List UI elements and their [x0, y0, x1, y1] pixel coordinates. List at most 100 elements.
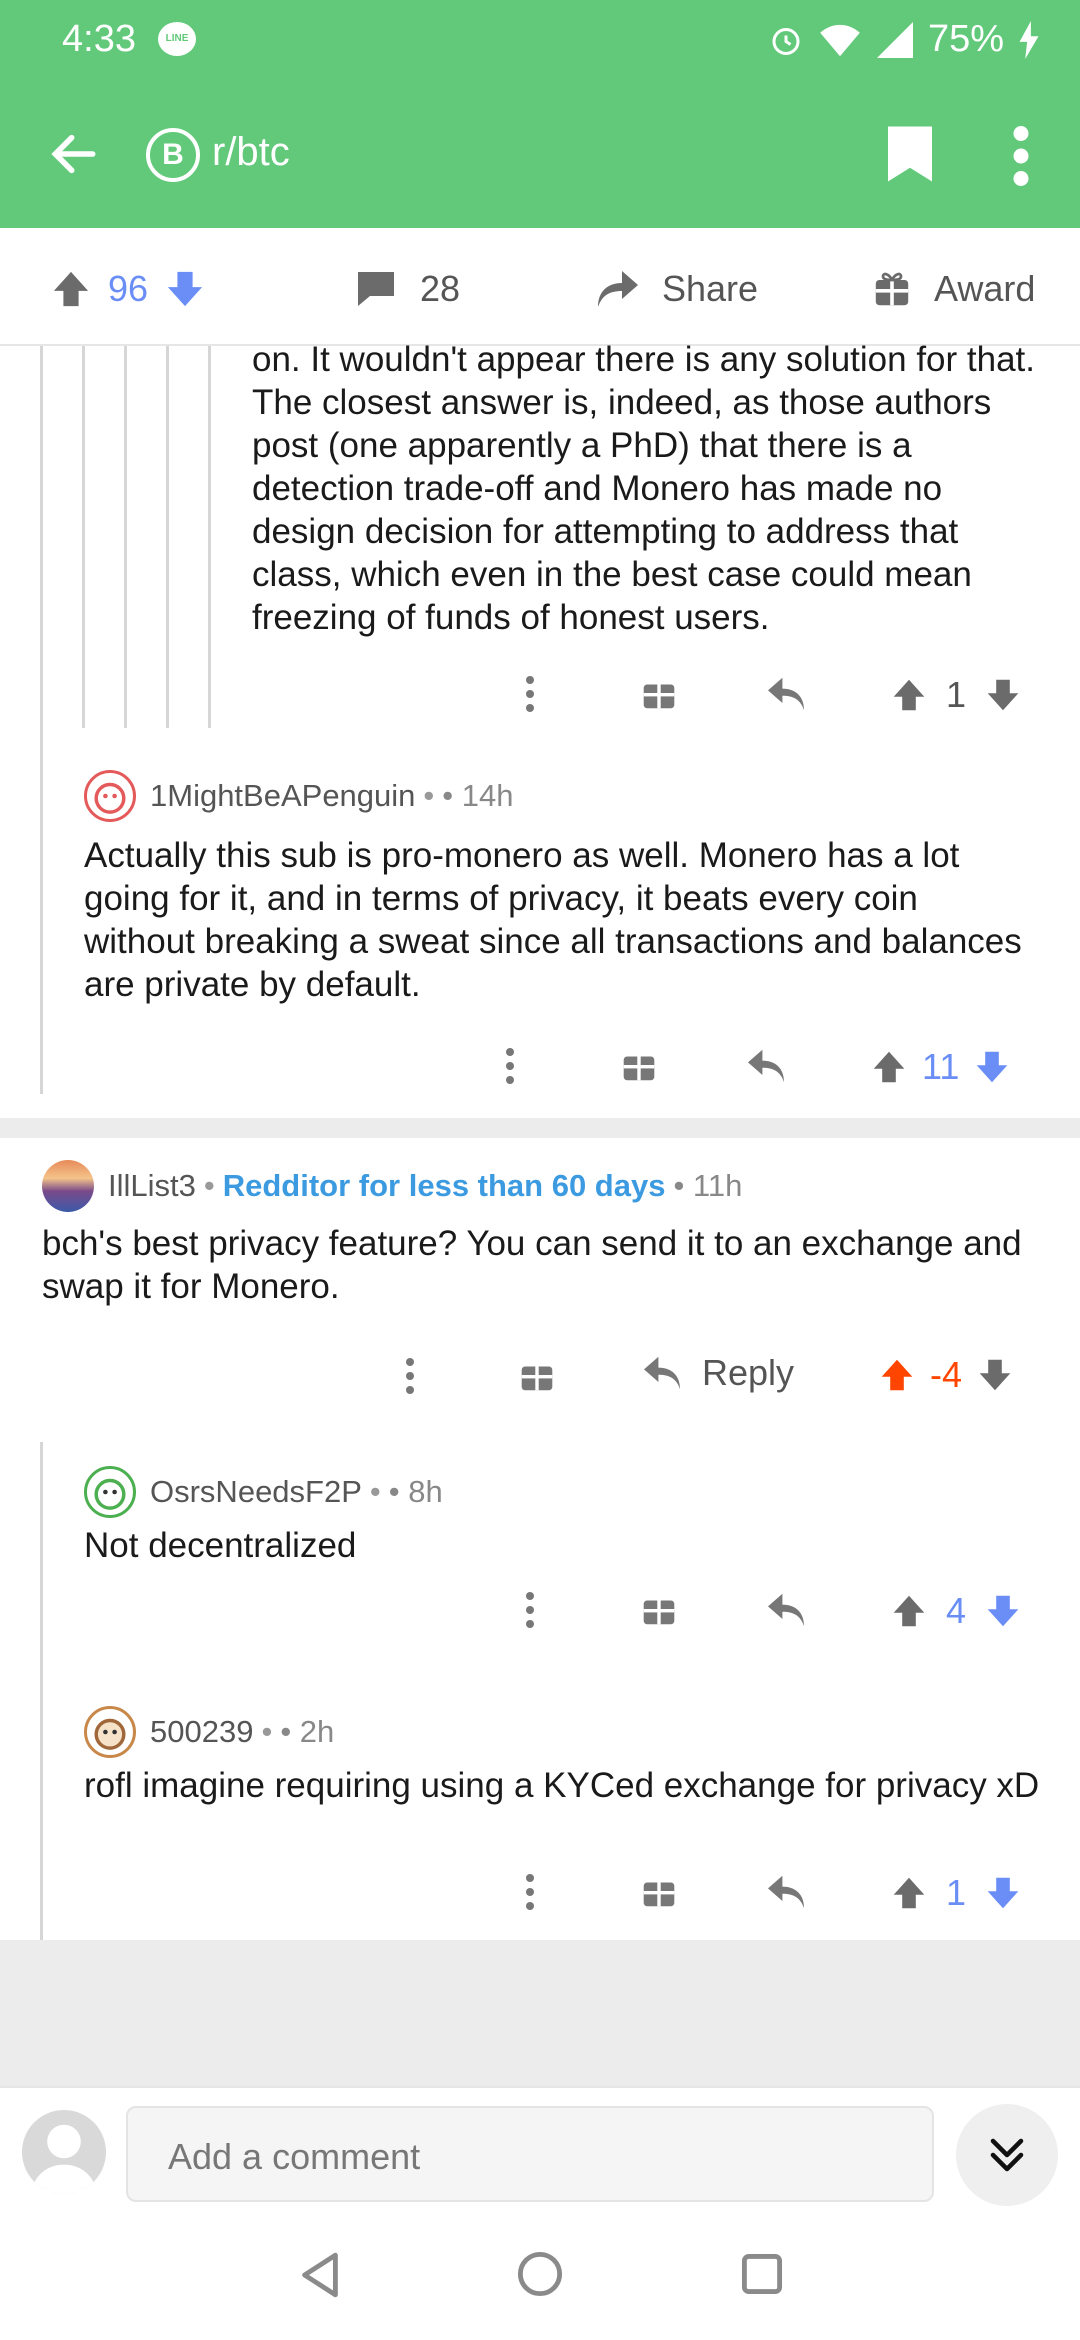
thread-line — [166, 346, 169, 728]
upvote-icon[interactable] — [52, 269, 90, 309]
comment-score: 1 — [946, 674, 967, 715]
downvote-icon[interactable] — [986, 1875, 1020, 1911]
subreddit-name[interactable]: r/btc — [212, 130, 290, 175]
comment-author[interactable]: 500239 — [150, 1714, 253, 1750]
snoo-avatar-icon — [94, 1478, 126, 1510]
nav-home-icon[interactable] — [516, 2250, 564, 2298]
status-right: 75% — [768, 18, 1040, 61]
reply-icon[interactable] — [766, 1874, 806, 1910]
user-avatar[interactable] — [22, 2110, 106, 2194]
comment-age: • 14h — [442, 778, 514, 813]
comment-author[interactable]: 1MightBeAPenguin — [150, 778, 415, 814]
thread-divider — [0, 1118, 1080, 1138]
upvote-icon[interactable] — [892, 677, 926, 713]
comment-controls: Reply -4 — [380, 1346, 1060, 1406]
app-bar: B r/btc — [0, 100, 1080, 210]
profile-placeholder-icon — [30, 2124, 98, 2194]
award-icon[interactable] — [520, 1358, 554, 1392]
award-icon — [875, 272, 909, 306]
comment-score: 4 — [946, 1590, 967, 1631]
comment-controls: 1 — [500, 666, 1060, 726]
line-app-icon: LINE — [158, 22, 196, 56]
comment-body: on. It wouldn't appear there is any solu… — [252, 340, 1035, 637]
avatar[interactable] — [84, 770, 136, 822]
award-icon[interactable] — [642, 676, 676, 710]
comment-vote: 11 — [872, 1046, 1009, 1088]
award-icon[interactable] — [642, 1592, 676, 1626]
downvote-icon[interactable] — [986, 1593, 1020, 1629]
post-vote: 96 — [52, 268, 204, 310]
comment-count: 28 — [420, 268, 461, 309]
share-label: Share — [662, 268, 759, 309]
comment-age: • 8h — [388, 1474, 443, 1509]
user-flair: Redditor for less than 60 days — [222, 1168, 666, 1203]
snoo-avatar-icon — [94, 1718, 126, 1750]
comment-vote: 1 — [892, 1872, 1020, 1914]
more-options-icon[interactable] — [526, 1592, 534, 1628]
comment-score: 11 — [922, 1046, 960, 1087]
nav-recents-icon[interactable] — [740, 2252, 784, 2296]
award-label: Award — [934, 268, 1036, 309]
bookmark-icon[interactable] — [888, 126, 932, 182]
meta-separator: • — [369, 1474, 381, 1509]
comment-icon — [358, 272, 394, 306]
post-comments[interactable]: 28 — [356, 268, 460, 310]
upvote-icon[interactable] — [880, 1357, 914, 1393]
status-time: 4:33 — [62, 18, 136, 60]
downvote-icon[interactable] — [975, 1049, 1009, 1085]
more-options-icon[interactable] — [406, 1358, 414, 1394]
reply-icon[interactable] — [746, 1048, 786, 1084]
downvote-icon[interactable] — [978, 1357, 1012, 1393]
more-options-icon[interactable] — [526, 676, 534, 712]
kebab-menu-icon[interactable] — [1006, 126, 1036, 186]
comment-score: -4 — [930, 1354, 963, 1395]
charging-icon — [1019, 20, 1039, 59]
comment-meta: OsrsNeedsF2P • • 8h — [84, 1466, 443, 1518]
comment-feed: on. It wouldn't appear there is any solu… — [0, 340, 1080, 2260]
downvote-icon[interactable] — [986, 677, 1020, 713]
snoo-avatar-icon — [94, 782, 126, 814]
wifi-icon — [820, 24, 860, 56]
award-icon[interactable] — [642, 1874, 676, 1908]
comment-meta: 1MightBeAPenguin • • 14h — [84, 770, 513, 822]
comment-meta: 500239 • • 2h — [84, 1706, 334, 1758]
more-options-icon[interactable] — [526, 1874, 534, 1910]
compose-bar: Add a comment — [0, 2086, 1080, 2216]
avatar[interactable] — [84, 1706, 136, 1758]
thread-line — [208, 346, 211, 728]
thread-line — [40, 346, 43, 1094]
comment-meta: IllList3 • Redditor for less than 60 day… — [42, 1160, 742, 1212]
upvote-icon[interactable] — [872, 1049, 906, 1085]
comment-body: rofl imagine requiring using a KYCed exc… — [84, 1766, 1040, 1805]
award-button[interactable]: Award — [874, 268, 1035, 310]
back-arrow-icon[interactable] — [46, 126, 102, 182]
feed-end-area — [0, 1940, 1080, 2086]
comment-author[interactable]: OsrsNeedsF2P — [150, 1474, 362, 1510]
award-icon[interactable] — [622, 1048, 656, 1082]
upvote-icon[interactable] — [892, 1593, 926, 1629]
more-options-icon[interactable] — [506, 1048, 514, 1084]
thread-line — [124, 346, 127, 728]
comment-controls: 4 — [500, 1582, 1060, 1642]
collapse-icon — [990, 2138, 1024, 2172]
reply-icon[interactable] — [766, 1592, 806, 1628]
reply-icon[interactable] — [766, 676, 806, 712]
avatar[interactable] — [42, 1160, 94, 1212]
downvote-icon[interactable] — [166, 269, 204, 309]
upvote-icon[interactable] — [892, 1875, 926, 1911]
collapse-button[interactable] — [956, 2104, 1058, 2206]
comment-vote: -4 — [880, 1354, 1012, 1396]
share-button[interactable]: Share — [596, 268, 758, 310]
comment-vote: 1 — [892, 674, 1020, 716]
bitcoin-icon[interactable]: B — [146, 128, 200, 182]
comment-author[interactable]: IllList3 — [108, 1168, 196, 1204]
comment-body: Not decentralized — [84, 1526, 357, 1565]
avatar[interactable] — [84, 1466, 136, 1518]
comment-body: bch's best privacy feature? You can send… — [42, 1224, 1022, 1306]
reply-button[interactable]: Reply — [642, 1352, 794, 1394]
comment-age: • 2h — [280, 1714, 335, 1749]
add-comment-input[interactable]: Add a comment — [126, 2106, 934, 2202]
nav-back-icon[interactable] — [298, 2250, 342, 2300]
status-bar: 4:33 LINE 75% — [0, 0, 1080, 80]
meta-separator: • — [203, 1168, 215, 1203]
